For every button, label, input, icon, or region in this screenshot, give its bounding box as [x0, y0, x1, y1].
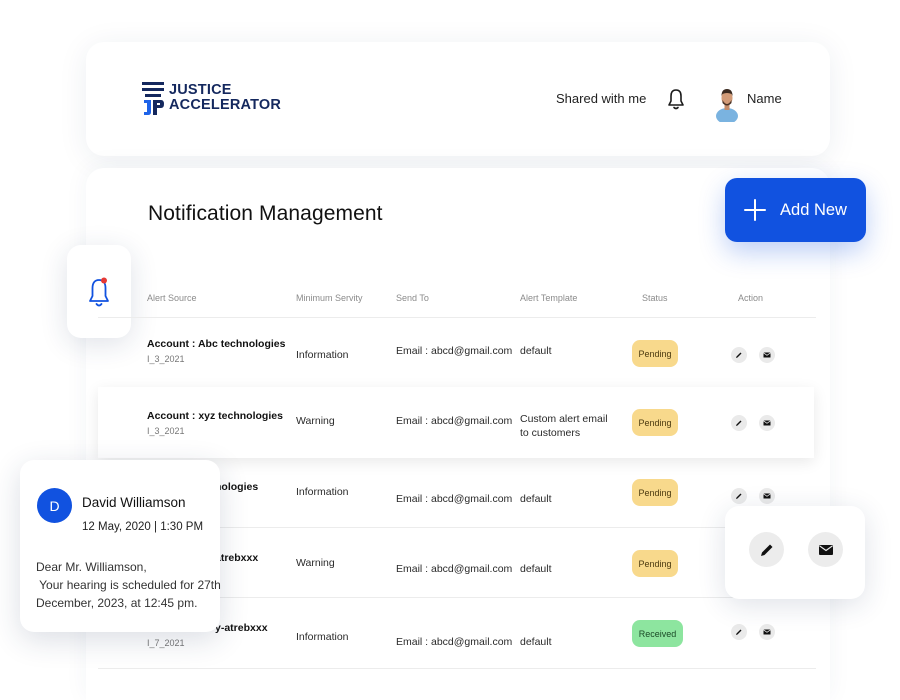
brand-line-1: JUSTICE: [169, 82, 232, 98]
account-name: nologies: [215, 481, 259, 493]
account-date: I_3_2021: [147, 426, 185, 436]
add-new-button[interactable]: Add New: [725, 178, 866, 242]
quick-actions-card: [725, 506, 865, 599]
col-header-action: Action: [738, 293, 764, 303]
shared-with-me-link[interactable]: Shared with me: [556, 91, 646, 106]
message-line-2: Your hearing is scheduled for 27th: [36, 578, 221, 592]
send-to-cell: Email : abcd@gmail.com: [396, 563, 513, 575]
brand-line-2: ACCELERATOR: [169, 97, 282, 113]
table-divider: [98, 668, 816, 669]
header-bar: JUSTICE ACCELERATOR Shared with me Name: [86, 42, 830, 156]
account-name: y-atrebxxx: [215, 622, 268, 634]
status-badge: Pending: [632, 409, 678, 436]
status-badge: Pending: [632, 479, 678, 506]
email-button[interactable]: [759, 624, 775, 640]
bell-alert-icon: [89, 277, 109, 306]
notification-timestamp: 12 May, 2020 | 1:30 PM: [82, 521, 204, 533]
email-button[interactable]: [759, 488, 775, 504]
alert-source-cell: Account : Abc technologies I_3_2021: [147, 338, 285, 364]
pencil-icon: [736, 629, 742, 635]
pencil-icon: [736, 493, 742, 499]
logo-mark-icon: [142, 82, 164, 115]
mail-icon: [763, 629, 771, 635]
account-name: Account : Abc technologies: [147, 338, 286, 350]
template-cell: default: [520, 636, 552, 648]
send-to-cell: Email : abcd@gmail.com: [396, 636, 513, 648]
col-header-minimum-severity: Minimum Servity: [296, 293, 363, 303]
edit-button[interactable]: [731, 624, 747, 640]
pencil-icon: [736, 352, 742, 358]
template-line-1: Custom alert email: [520, 413, 608, 425]
brand-name: JUSTICE ACCELERATOR: [169, 83, 281, 113]
col-header-alert-source: Alert Source: [147, 293, 197, 303]
brand-logo[interactable]: JUSTICE ACCELERATOR: [142, 80, 281, 116]
table-divider: [98, 317, 816, 318]
severity-cell: Information: [296, 349, 349, 361]
user-name[interactable]: Name: [747, 91, 782, 106]
template-cell: Custom alert email to customers: [520, 412, 608, 440]
account-date: I_3_2021: [147, 354, 185, 364]
add-new-label: Add New: [780, 200, 847, 219]
edit-button-large[interactable]: [749, 532, 784, 567]
template-cell: default: [520, 563, 552, 575]
account-date: I_7_2021: [147, 638, 185, 648]
notification-bell-icon[interactable]: [667, 87, 685, 111]
email-button[interactable]: [759, 415, 775, 431]
account-name: Account : xyz technologies: [147, 410, 283, 422]
pencil-icon: [736, 420, 742, 426]
mail-icon: [763, 420, 771, 426]
sender-avatar: D: [37, 488, 72, 523]
page-title: Notification Management: [148, 202, 383, 225]
send-to-cell: Email : abcd@gmail.com: [396, 493, 513, 505]
notification-message: Dear Mr. Williamson, Your hearing is sch…: [36, 558, 221, 612]
notification-preview-card[interactable]: D David Williamson 12 May, 2020 | 1:30 P…: [20, 460, 221, 632]
message-line-1: Dear Mr. Williamson,: [36, 560, 147, 574]
send-to-cell: Email : abcd@gmail.com: [396, 415, 513, 427]
status-badge: Received: [632, 620, 683, 647]
template-cell: default: [520, 493, 552, 505]
template-line-2: to customers: [520, 427, 581, 439]
severity-cell: Warning: [296, 415, 335, 427]
severity-cell: Information: [296, 486, 349, 498]
col-header-alert-template: Alert Template: [520, 293, 578, 303]
mail-icon: [818, 544, 833, 555]
alert-bell-card[interactable]: [67, 245, 131, 338]
sender-name: David Williamson: [82, 495, 186, 510]
mail-icon: [763, 493, 771, 499]
edit-button[interactable]: [731, 347, 747, 363]
template-cell: default: [520, 345, 552, 357]
edit-button[interactable]: [731, 488, 747, 504]
account-name: atrebxxx: [215, 552, 259, 564]
alert-source-cell: Account : xyz technologies I_3_2021: [147, 410, 283, 436]
status-badge: Pending: [632, 340, 678, 367]
send-to-cell: Email : abcd@gmail.com: [396, 345, 513, 357]
col-header-status: Status: [642, 293, 668, 303]
plus-icon: [744, 199, 767, 221]
email-button[interactable]: [759, 347, 775, 363]
severity-cell: Information: [296, 631, 349, 643]
pencil-icon: [760, 544, 772, 556]
status-badge: Pending: [632, 550, 678, 577]
edit-button[interactable]: [731, 415, 747, 431]
mail-icon: [763, 352, 771, 358]
user-avatar[interactable]: [716, 84, 738, 122]
email-button-large[interactable]: [808, 532, 843, 567]
severity-cell: Warning: [296, 557, 335, 569]
col-header-send-to: Send To: [396, 293, 429, 303]
message-line-3: December, 2023, at 12:45 pm.: [36, 596, 198, 610]
